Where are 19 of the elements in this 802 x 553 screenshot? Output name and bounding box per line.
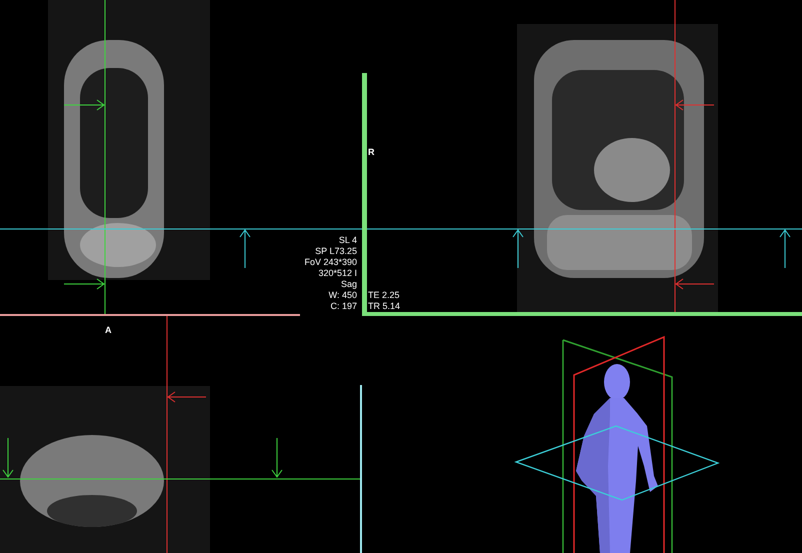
arrow-icon[interactable] [64, 100, 105, 110]
scan-info-text: 320*512 I [318, 268, 357, 279]
arrow-icon[interactable] [2, 438, 14, 478]
arrow-icon[interactable] [780, 229, 790, 268]
scan-info-text: C: 197 [330, 301, 357, 312]
scan-info-text: SL 4 [338, 235, 357, 246]
scan-info-text: Sag [340, 279, 357, 290]
scan-info-text: TE 2.25 [368, 290, 400, 301]
scan-info-text: SP L73.25 [315, 246, 357, 257]
scan-info-text: W: 450 [328, 290, 357, 301]
arrow-icon[interactable] [512, 229, 524, 268]
body-model-drawing[interactable] [514, 336, 720, 553]
scan-info-text: FoV 243*390 [304, 257, 357, 268]
orientation-label: R [368, 147, 374, 157]
scan-info-text: TR 5.14 [368, 301, 400, 312]
orientation-label: A [105, 325, 112, 335]
arrow-icon[interactable] [64, 278, 105, 290]
arrow-icon[interactable] [240, 229, 250, 268]
arrow-icon[interactable] [272, 438, 282, 478]
